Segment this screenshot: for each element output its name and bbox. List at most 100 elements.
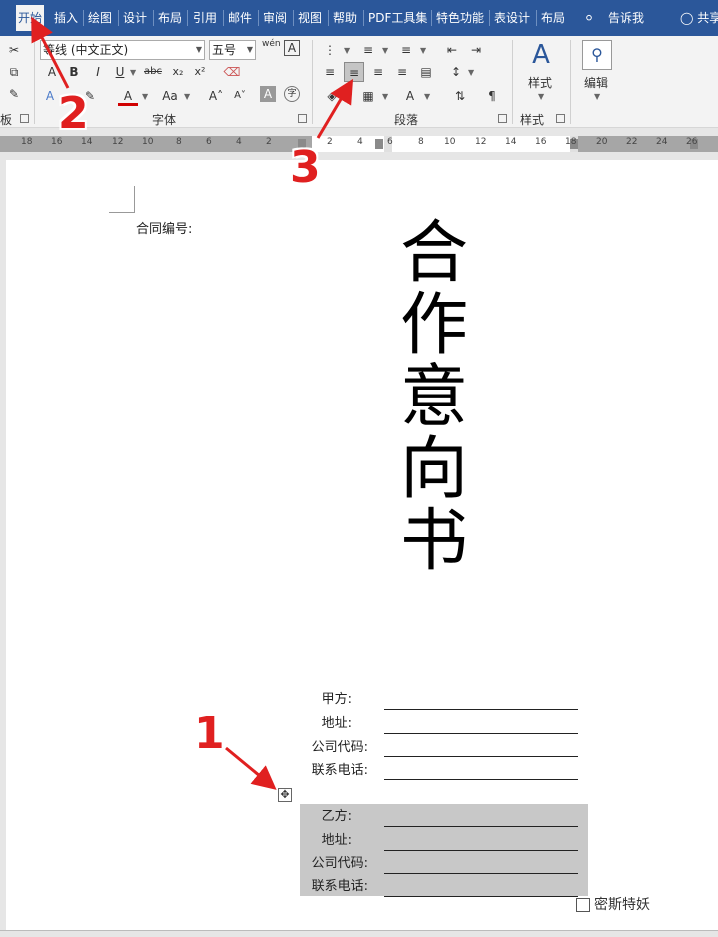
party-b-address-line[interactable] [384,850,578,851]
styles-launcher-icon[interactable] [556,114,565,123]
party-b-code-line[interactable] [384,873,578,874]
align-center-icon[interactable]: ≡ [344,62,364,82]
subscript-button[interactable]: x₂ [168,62,188,82]
font-color-button[interactable]: A [118,86,138,106]
editing-button-label[interactable]: 编辑 [584,74,608,91]
chevron-down-icon[interactable]: ▼ [382,46,388,55]
tab-layout[interactable]: 布局 [158,5,182,31]
distributed-icon[interactable]: ▤ [416,62,436,82]
chevron-down-icon[interactable]: ▼ [538,92,544,101]
party-b-input-line[interactable] [384,826,578,827]
multilevel-list-icon[interactable]: ≡ [396,40,416,60]
font-color-icon[interactable]: A [42,62,62,82]
enclose-characters-button[interactable]: 字 [284,86,300,102]
character-border-icon[interactable]: A [284,40,300,56]
italic-button[interactable]: I [88,62,108,82]
move-handle-icon[interactable]: ✥ [278,788,292,802]
chevron-down-icon[interactable]: ▼ [468,68,474,77]
ruler-tick: 14 [505,137,517,147]
tab-draw[interactable]: 绘图 [88,5,112,31]
tab-help[interactable]: 帮助 [333,5,357,31]
chevron-down-icon[interactable]: ▼ [420,46,426,55]
tab-design[interactable]: 设计 [123,5,147,31]
grow-font-button[interactable]: A˄ [206,86,226,106]
tab-insert[interactable]: 插入 [54,5,78,31]
party-a-input-line[interactable] [384,709,578,710]
title-char: 作 [399,286,468,365]
group-separator [512,40,513,124]
align-left-icon[interactable]: ≡ [320,62,340,82]
party-a-row: 甲方: [276,688,352,710]
chevron-down-icon[interactable]: ▼ [142,92,148,101]
tab-pdf-tools[interactable]: PDF工具集 [368,5,427,31]
chevron-down-icon[interactable]: ▼ [130,68,136,77]
change-case-button[interactable]: Aa [158,86,182,106]
chevron-down-icon[interactable]: ▼ [424,92,430,101]
bold-button[interactable]: B [64,62,84,82]
tab-separator [363,10,364,26]
show-marks-icon[interactable]: ¶ [482,86,502,106]
horizontal-ruler[interactable]: 18 16 14 12 10 8 6 4 2 2 4 6 8 10 12 14 … [0,136,718,152]
title-char: 意 [399,358,468,437]
increase-indent-icon[interactable]: ⇥ [466,40,486,60]
party-b-phone-label: 联系电话: [311,879,368,894]
shading-icon[interactable]: ◈ [322,86,342,106]
numbering-icon[interactable]: ≡ [358,40,378,60]
align-right-icon[interactable]: ≡ [368,62,388,82]
party-a-code-label: 公司代码: [311,740,368,755]
ruler-tick: 26 [686,137,698,147]
asian-layout-icon[interactable]: A [400,86,420,106]
chevron-down-icon[interactable]: ▼ [184,92,190,101]
document-page[interactable]: 合同编号: 合 作 意 向 书 甲方: 地址: 公司代码: 联系电话: ✥ 乙方… [6,160,718,930]
chevron-down-icon[interactable]: ▼ [346,92,352,101]
party-a-phone-line[interactable] [384,779,578,780]
clipboard-launcher-icon[interactable] [20,114,29,123]
cut-icon[interactable]: ✂ [4,40,24,60]
tab-home[interactable]: 开始 [16,5,45,31]
text-effects-icon[interactable]: A [40,86,60,106]
sort-icon[interactable]: ⇅ [450,86,470,106]
party-a-phone-row: 联系电话: [276,759,368,781]
party-a-code-line[interactable] [384,756,578,757]
tab-mailings[interactable]: 邮件 [228,5,252,31]
tab-table-design[interactable]: 表设计 [494,5,530,31]
tab-table-layout[interactable]: 布局 [541,5,565,31]
phonetic-guide-button[interactable]: wén [262,39,281,49]
tab-review[interactable]: 审阅 [263,5,287,31]
shrink-font-button[interactable]: A˅ [230,86,250,106]
tab-special-features[interactable]: 特色功能 [436,5,484,31]
styles-icon[interactable]: A [526,40,556,70]
styles-button-label[interactable]: 样式 [528,74,552,91]
search-icon[interactable]: ⚲ [582,40,612,70]
paragraph-launcher-icon[interactable] [498,114,507,123]
chevron-down-icon[interactable]: ▼ [382,92,388,101]
bullets-icon[interactable]: ⋮ [320,40,340,60]
tab-references[interactable]: 引用 [193,5,217,31]
font-name-combo[interactable]: 等线 (中文正文) ▼ [40,40,205,60]
font-launcher-icon[interactable] [298,114,307,123]
party-b-phone-line[interactable] [384,896,578,897]
party-a-address-label: 地址: [321,716,352,731]
column-marker[interactable] [375,139,383,149]
decrease-indent-icon[interactable]: ⇤ [442,40,462,60]
share-button[interactable]: ◯ 共享 [680,5,718,31]
font-size-combo[interactable]: 五号 ▼ [209,40,256,60]
justify-icon[interactable]: ≡ [392,62,412,82]
superscript-button[interactable]: x² [190,62,210,82]
ribbon-tab-bar: 开始 插入 绘图 设计 布局 引用 邮件 审阅 视图 帮助 PDF工具集 特色功… [0,0,718,36]
underline-button[interactable]: U [110,62,130,82]
chevron-down-icon[interactable]: ▼ [344,46,350,55]
borders-icon[interactable]: ▦ [358,86,378,106]
tab-view[interactable]: 视图 [298,5,322,31]
copy-icon[interactable]: ⧉ [4,62,24,82]
format-painter-icon[interactable]: ✎ [4,84,24,104]
tell-me-search[interactable]: 告诉我 [608,5,644,31]
character-shading-button[interactable]: A [260,86,276,102]
party-a-address-line[interactable] [384,733,578,734]
line-spacing-icon[interactable]: ↕ [446,62,466,82]
chevron-down-icon[interactable]: ▼ [594,92,600,101]
clear-formatting-icon[interactable]: ⌫ [222,62,242,82]
strikethrough-button[interactable]: abc [140,62,166,82]
ruler-tick: 2 [266,137,272,147]
clipboard-group-label: 板 [0,113,13,127]
